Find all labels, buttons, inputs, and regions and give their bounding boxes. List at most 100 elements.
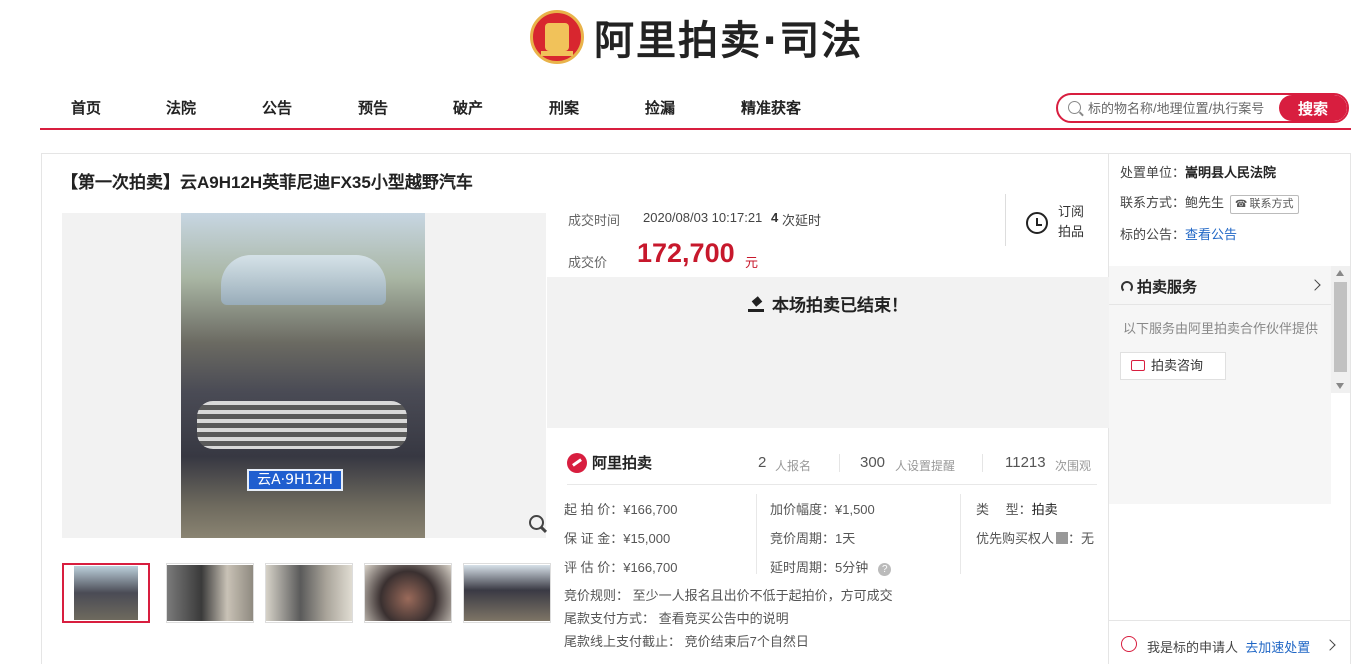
gavel-icon xyxy=(748,298,764,312)
contact-button[interactable]: 联系方式 xyxy=(1230,195,1299,214)
reminder-count: 300 xyxy=(860,454,886,471)
service-scrollbar[interactable] xyxy=(1331,266,1350,393)
bid-increment: 加价幅度：¥1,500 xyxy=(770,502,875,517)
deal-time: 2020/08/03 10:17:21 xyxy=(643,210,763,225)
thumbnail-2[interactable] xyxy=(166,563,254,623)
subscribe-button[interactable]: 订阅拍品 xyxy=(1058,202,1088,242)
view-notice-link[interactable]: 查看公告 xyxy=(1185,227,1237,242)
court-sidebar: 处置单位：嵩明县人民法院 联系方式：鲍先生联系方式 标的公告：查看公告 拍卖服务… xyxy=(1109,153,1351,664)
user-icon xyxy=(1121,636,1137,652)
final-price-label: 成交价 xyxy=(568,255,608,270)
auction-type-label: 类 型： xyxy=(976,502,1032,517)
search-input[interactable] xyxy=(1088,98,1278,118)
reminder-label: 人设置提醒 xyxy=(895,459,956,473)
thumbnail-1[interactable] xyxy=(62,563,150,623)
search-button[interactable]: 搜索 xyxy=(1279,95,1347,121)
auction-ended-label: 本场拍卖已结束！ xyxy=(772,296,908,315)
auction-consult-button[interactable]: 拍卖咨询 xyxy=(1120,352,1226,380)
alarm-clock-icon[interactable] xyxy=(1025,209,1049,235)
price-unit: 元 xyxy=(745,255,759,270)
divider xyxy=(960,494,961,574)
thumbnail-5[interactable] xyxy=(463,563,551,623)
nav-item-court[interactable]: 法院 xyxy=(166,97,196,118)
ali-auction-brand-text: 阿里拍卖 xyxy=(592,455,653,472)
stat-divider xyxy=(839,454,840,472)
priority-buyer-row: 优先购买权人 ：无 xyxy=(976,528,1094,547)
delay-count: 4 xyxy=(771,210,779,225)
auction-type-row: 类 型：拍卖 xyxy=(976,499,1058,518)
item-title: 【第一次拍卖】云A9H12H英菲尼迪FX35小型越野汽车 xyxy=(61,173,473,192)
divider xyxy=(1109,304,1331,305)
auction-ended-text: 本场拍卖已结束！ xyxy=(547,291,1109,316)
nav-item-leads[interactable]: 精准获客 xyxy=(741,97,801,118)
notice-row: 标的公告：查看公告 xyxy=(1120,224,1237,243)
applicant-row[interactable]: 我是标的申请人 去加速处置 xyxy=(1109,620,1350,665)
license-plate: 云A·9H12H xyxy=(247,469,343,491)
consult-label: 拍卖咨询 xyxy=(1151,358,1204,373)
thumbnail-4[interactable] xyxy=(364,563,452,623)
auction-service-title: 拍卖服务 xyxy=(1137,279,1198,296)
view-label: 次围观 xyxy=(1055,459,1092,473)
car-photo: 云A·9H12H xyxy=(181,213,425,538)
divider xyxy=(1005,194,1006,246)
scroll-down-arrow-icon[interactable] xyxy=(1336,383,1344,389)
main-image-viewer[interactable]: 云A·9H12H xyxy=(62,213,546,538)
search-bar: 搜索 xyxy=(1056,93,1349,123)
court-row: 处置单位：嵩明县人民法院 xyxy=(1120,162,1276,181)
applicant-text: 我是标的申请人 去加速处置 xyxy=(1147,637,1310,656)
chat-icon xyxy=(1131,360,1145,371)
court-name: 嵩明县人民法院 xyxy=(1185,165,1277,180)
chevron-right-icon[interactable] xyxy=(1309,279,1321,291)
auction-type: 拍卖 xyxy=(1031,502,1058,517)
nav-item-notice[interactable]: 公告 xyxy=(262,97,292,118)
nav-item-preview[interactable]: 预告 xyxy=(358,97,388,118)
court-emblem-icon xyxy=(530,10,584,64)
thumbnail-3[interactable] xyxy=(265,563,353,623)
signup-label: 人报名 xyxy=(775,459,812,473)
divider xyxy=(567,484,1097,485)
appraisal-price: 评 估 价：¥166,700 xyxy=(564,560,678,575)
service-description: 以下服务由阿里拍卖合作伙伴提供 xyxy=(1123,321,1319,336)
auction-ended-banner: 本场拍卖已结束！ xyxy=(547,277,1109,428)
nav-item-criminal[interactable]: 刑案 xyxy=(549,97,579,118)
ali-auction-logo-icon xyxy=(567,452,587,473)
view-count: 11213 xyxy=(1005,454,1046,471)
payment-method: 尾款支付方式： 查看竞买公告中的说明 xyxy=(564,611,789,626)
bidding-rule: 竞价规则： 至少一人报名且出价不低于起拍价，方可成交 xyxy=(564,588,893,603)
nav-item-home[interactable]: 首页 xyxy=(71,97,101,118)
speed-up-link[interactable]: 去加速处置 xyxy=(1245,640,1310,655)
chevron-right-icon[interactable] xyxy=(1324,639,1336,651)
priority-buyer-label: 优先购买权人 xyxy=(976,531,1055,546)
ali-auction-brand: 阿里拍卖 xyxy=(567,452,652,473)
deal-time-label: 成交时间 xyxy=(568,213,621,228)
contact-name: 鲍先生 xyxy=(1185,195,1225,210)
payment-deadline: 尾款线上支付截止： 竞价结束后7个自然日 xyxy=(564,634,809,649)
delay-label: 次延时 xyxy=(782,213,822,228)
contact-label: 联系方式： xyxy=(1120,195,1186,210)
info-badge-icon[interactable] xyxy=(1056,532,1069,544)
contact-row: 联系方式：鲍先生联系方式 xyxy=(1120,192,1299,214)
headset-icon xyxy=(1121,281,1133,293)
stat-divider xyxy=(982,454,983,472)
scroll-thumb[interactable] xyxy=(1334,282,1347,372)
applicant-label: 我是标的申请人 xyxy=(1147,640,1239,655)
nav-item-bankruptcy[interactable]: 破产 xyxy=(453,97,483,118)
delay-period: 延时周期：5分钟 xyxy=(770,560,869,575)
priority-buyer-value: ：无 xyxy=(1068,531,1095,546)
court-label: 处置单位： xyxy=(1120,165,1186,180)
divider xyxy=(756,494,757,574)
zoom-icon[interactable] xyxy=(526,512,550,536)
item-detail-panel: 【第一次拍卖】云A9H12H英菲尼迪FX35小型越野汽车 云A·9H12H 成交… xyxy=(41,153,1109,664)
auction-service-panel: 拍卖服务 以下服务由阿里拍卖合作伙伴提供 拍卖咨询 xyxy=(1109,266,1331,504)
deposit: 保 证 金：¥15,000 xyxy=(564,531,671,546)
final-price: 172,700 xyxy=(637,238,735,268)
scroll-up-arrow-icon[interactable] xyxy=(1336,270,1344,276)
site-logo[interactable]: 阿里拍卖·司法 xyxy=(530,6,863,68)
signup-count: 2 xyxy=(758,454,767,471)
help-icon[interactable]: ? xyxy=(878,563,892,576)
bidding-period: 竞价周期：1天 xyxy=(770,531,856,546)
auction-service-header[interactable]: 拍卖服务 xyxy=(1121,276,1197,297)
nav-item-bargain[interactable]: 捡漏 xyxy=(645,97,675,118)
start-price: 起 拍 价：¥166,700 xyxy=(564,502,678,517)
search-icon xyxy=(1068,101,1081,114)
